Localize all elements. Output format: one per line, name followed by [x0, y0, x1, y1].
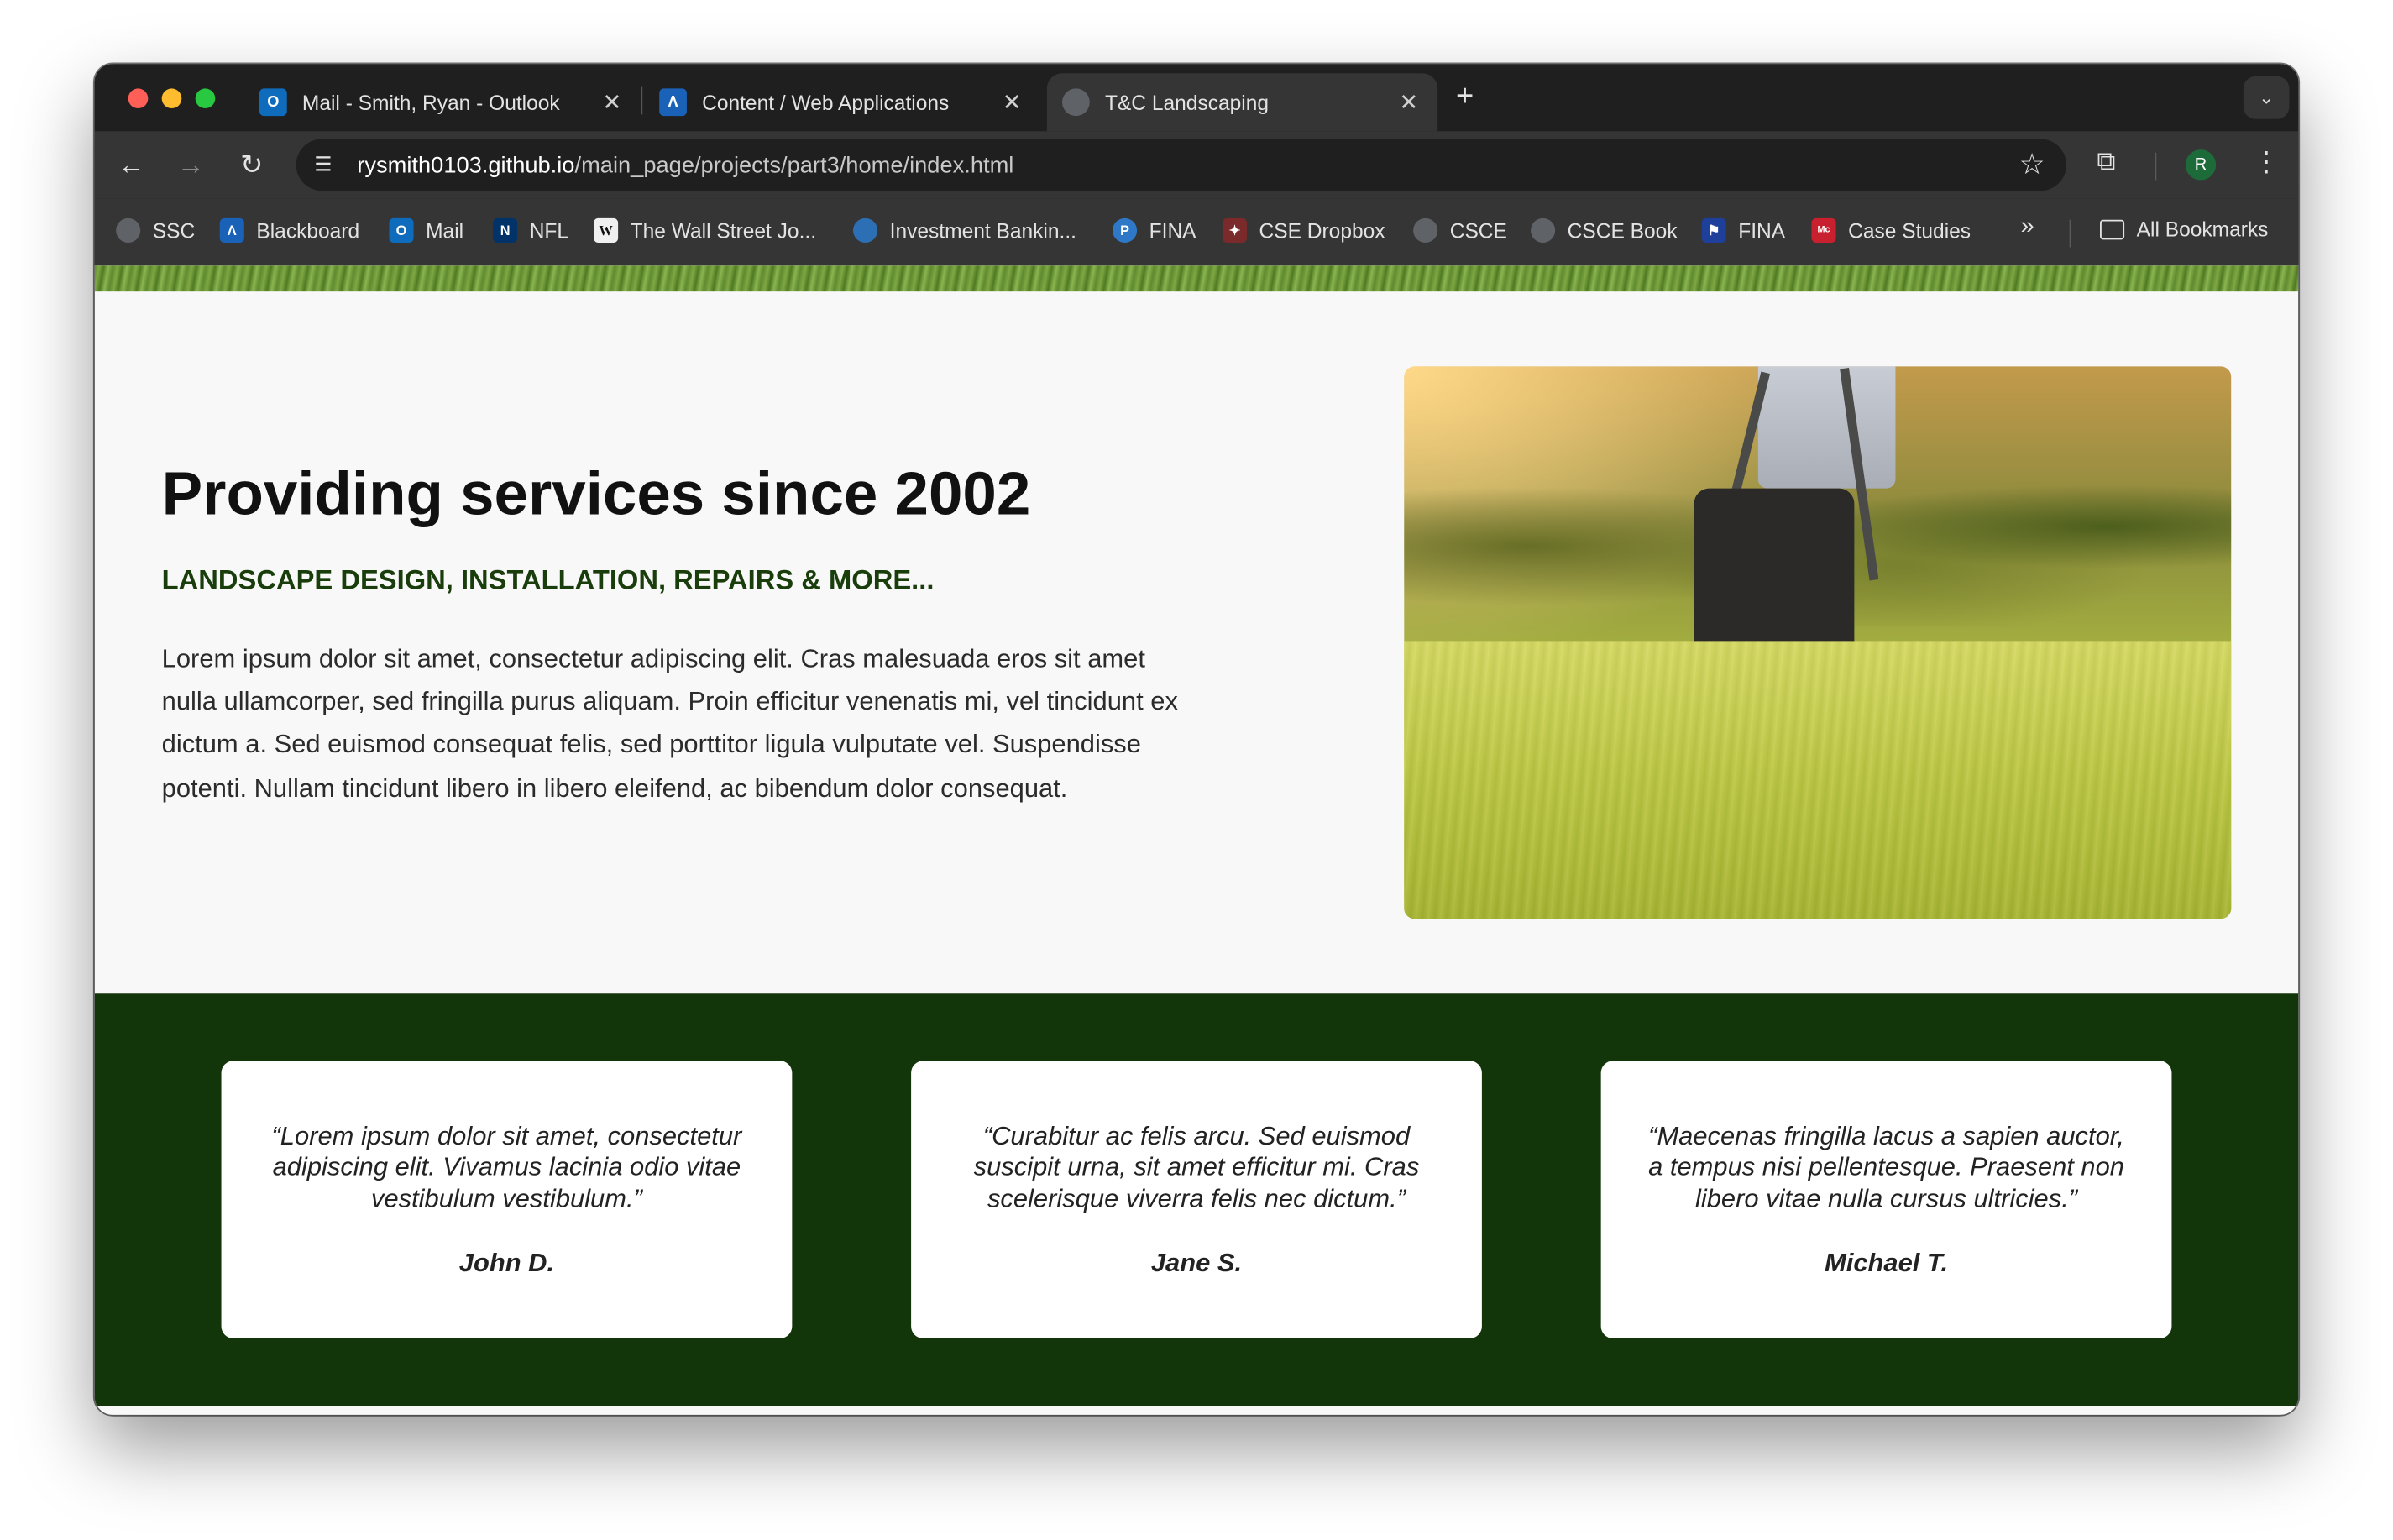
bookmarks-bar: SSC Λ Blackboard O Mail N NFL W The Wall…	[94, 198, 2299, 266]
browser-window: O Mail - Smith, Ryan - Outlook ✕ Λ Conte…	[94, 64, 2299, 1415]
close-window-button[interactable]	[128, 88, 149, 109]
blackboard-icon: Λ	[219, 217, 244, 243]
bookmark-nfl[interactable]: N NFL	[493, 217, 568, 243]
pearson-icon: P	[1113, 217, 1138, 243]
header-grass-banner	[94, 265, 2299, 292]
testimonial-card: “Curabitur ac felis arcu. Sed euismod su…	[911, 1061, 1482, 1339]
tab-outlook-mail[interactable]: O Mail - Smith, Ryan - Outlook ✕	[259, 73, 626, 131]
globe-icon	[1062, 88, 1090, 117]
bookmark-star-icon[interactable]: ☆	[2019, 148, 2045, 183]
bookmark-blackboard[interactable]: Λ Blackboard	[219, 217, 359, 243]
toolbar: ← → ↻ ☰ rysmith0103.github.io/main_page/…	[94, 131, 2299, 199]
tab-strip: O Mail - Smith, Ryan - Outlook ✕ Λ Conte…	[94, 64, 2299, 132]
reload-button[interactable]: ↻	[233, 146, 270, 183]
outlook-icon: O	[259, 88, 287, 117]
maximize-window-button[interactable]	[195, 88, 216, 109]
dropbox-icon: ✦	[1222, 217, 1247, 243]
minimize-window-button[interactable]	[161, 88, 182, 109]
close-tab-icon[interactable]: ✕	[598, 88, 626, 116]
nfl-icon: N	[493, 217, 518, 243]
more-menu-icon[interactable]: ⋮	[2253, 146, 2280, 178]
bookmark-icon: ⚑	[1701, 217, 1726, 243]
mcgraw-hill-icon: Mc	[1811, 217, 1836, 243]
profile-avatar[interactable]: R	[2185, 149, 2217, 181]
hero-body-text: Lorem ipsum dolor sit amet, consectetur …	[161, 644, 1178, 803]
close-tab-icon[interactable]: ✕	[1395, 88, 1422, 116]
bookmark-mail[interactable]: O Mail	[389, 217, 463, 243]
globe-icon	[1531, 217, 1556, 243]
extensions-icon[interactable]: ⧉	[2097, 146, 2115, 176]
bookmark-investment-banking[interactable]: Investment Bankin...	[853, 217, 1076, 243]
bookmark-cse-dropbox[interactable]: ✦ CSE Dropbox	[1222, 217, 1385, 243]
bookmark-fina-pearson[interactable]: P FINA	[1113, 217, 1196, 243]
bookmark-csce-book[interactable]: CSCE Book	[1531, 217, 1678, 243]
wsj-icon: W	[594, 217, 619, 243]
tab-blackboard-content[interactable]: Λ Content / Web Applications ✕	[659, 73, 1025, 131]
bookmarks-overflow-button[interactable]: »	[2021, 213, 2034, 241]
outlook-icon: O	[389, 217, 414, 243]
bookmark-wsj[interactable]: W The Wall Street Jo...	[594, 217, 816, 243]
testimonial-quote: “Maecenas fringilla lacus a sapien aucto…	[1648, 1121, 2124, 1213]
bookmark-case-studies[interactable]: Mc Case Studies	[1811, 217, 1971, 243]
hero-subtitle: LANDSCAPE DESIGN, INSTALLATION, REPAIRS …	[161, 564, 935, 595]
all-bookmarks-button[interactable]: All Bookmarks	[2100, 218, 2268, 241]
testimonial-card: “Lorem ipsum dolor sit amet, consectetur…	[221, 1061, 793, 1339]
address-bar[interactable]: ☰ rysmith0103.github.io/main_page/projec…	[296, 139, 2067, 191]
testimonial-quote: “Lorem ipsum dolor sit amet, consectetur…	[271, 1121, 742, 1213]
url-text[interactable]: rysmith0103.github.io/main_page/projects…	[357, 153, 1013, 179]
globe-icon	[1413, 217, 1438, 243]
back-button[interactable]: ←	[113, 146, 150, 183]
folder-icon	[2100, 219, 2125, 240]
forward-button[interactable]: →	[172, 146, 209, 183]
tab-search-button[interactable]: ⌄	[2243, 76, 2290, 119]
hero-title: Providing services since 2002	[161, 460, 1031, 528]
tab-tc-landscaping[interactable]: T&C Landscaping ✕	[1046, 73, 1438, 132]
page-viewport: Providing services since 2002 LANDSCAPE …	[94, 265, 2299, 1415]
globe-icon	[853, 217, 878, 243]
testimonial-quote: “Curabitur ac felis arcu. Sed euismod su…	[973, 1121, 1420, 1213]
testimonial-card: “Maecenas fringilla lacus a sapien aucto…	[1600, 1061, 2172, 1339]
lawn-mower-photo	[1404, 366, 2232, 919]
testimonial-author: John D.	[458, 1248, 555, 1278]
testimonial-author: Jane S.	[1150, 1248, 1243, 1278]
bookmark-csce[interactable]: CSCE	[1413, 217, 1507, 243]
globe-icon	[116, 217, 141, 243]
new-tab-button[interactable]: +	[1456, 80, 1474, 115]
close-tab-icon[interactable]: ✕	[998, 88, 1026, 116]
blackboard-icon: Λ	[659, 88, 687, 117]
testimonials-section: “Lorem ipsum dolor sit amet, consectetur…	[94, 993, 2299, 1406]
site-settings-icon[interactable]: ☰	[314, 153, 338, 177]
bookmark-fina[interactable]: ⚑ FINA	[1701, 217, 1785, 243]
bookmark-ssc[interactable]: SSC	[116, 217, 195, 243]
testimonial-author: Michael T.	[1824, 1248, 1949, 1278]
